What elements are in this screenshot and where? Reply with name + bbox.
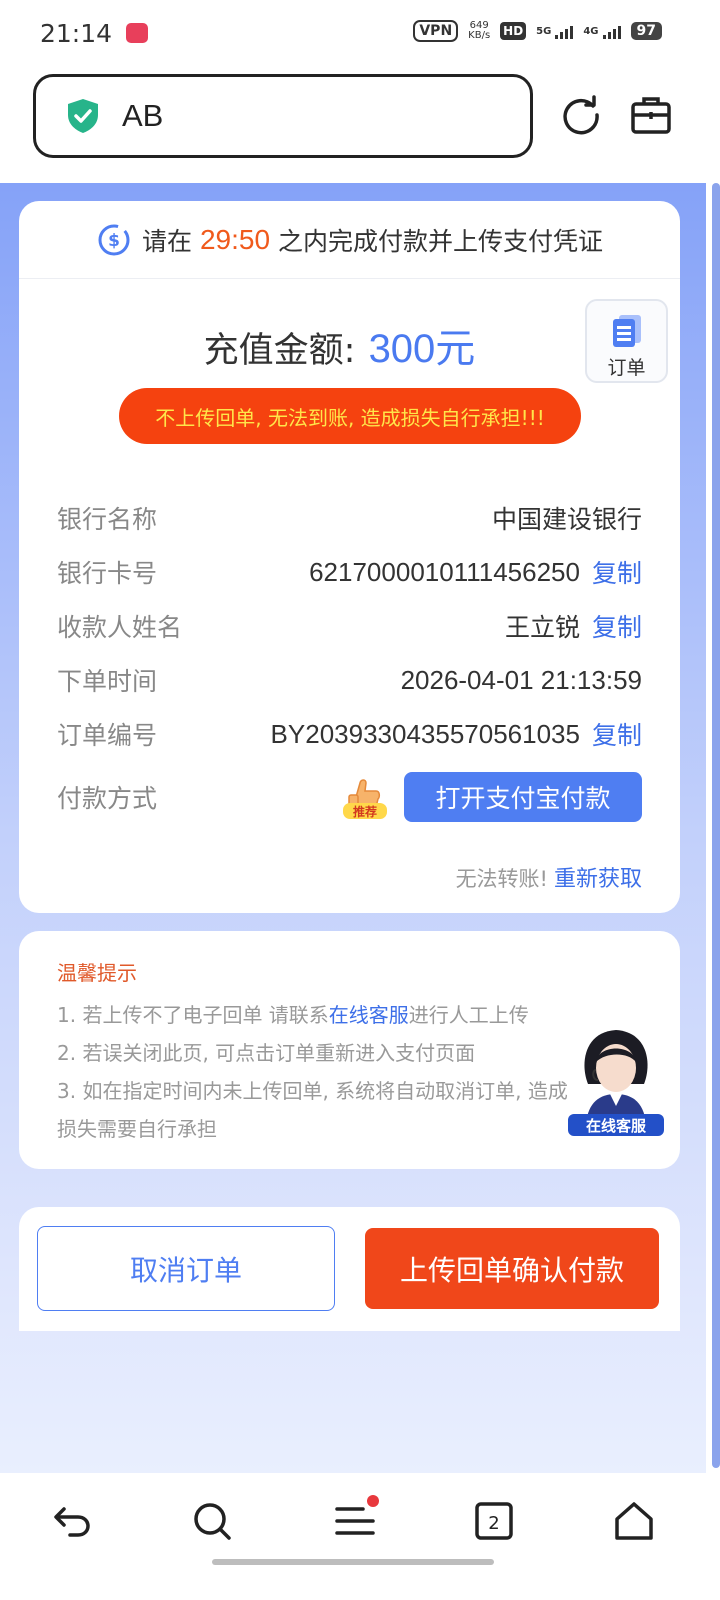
upload-receipt-confirm-button[interactable]: 上传回单确认付款 [365, 1228, 659, 1309]
order-time-label: 下单时间 [57, 667, 158, 696]
tip-1: 1. 若上传不了电子回单 请联系在线客服进行人工上传 [57, 996, 617, 1034]
amount-label: 充值金额: [203, 331, 356, 371]
back-icon[interactable] [50, 1499, 94, 1543]
card-number-label: 银行卡号 [57, 559, 158, 588]
network-4g-label: 4G [583, 25, 599, 37]
info-row-pay-method: 付款方式 推荐 打开支付宝付款 [57, 761, 642, 833]
tip-1-text: 1. 若上传不了电子回单 请联系 [57, 1003, 329, 1027]
battery-icon: 97 [630, 22, 662, 40]
document-icon [612, 315, 641, 347]
status-time: 21:14 [40, 18, 113, 48]
online-service-link[interactable]: 在线客服 [329, 1003, 409, 1027]
signal-5g-icon [555, 23, 574, 39]
svg-text:$: $ [108, 231, 120, 251]
signal-4g-icon [602, 23, 621, 39]
amount-value: 300元 [368, 327, 476, 371]
order-time-value: 2026-04-01 21:13:59 [400, 664, 642, 695]
status-bar: 21:14 VPN 649 KB/s HD 5G 4G 97 [0, 0, 720, 66]
recommend-badge-text: 推荐 [353, 804, 377, 819]
bank-name-label: 银行名称 [57, 505, 158, 534]
refresh-icon[interactable] [560, 94, 602, 136]
tips-title: 温馨提示 [57, 961, 137, 985]
tip-3: 3. 如在指定时间内未上传回单, 系统将自动取消订单, 造成 [57, 1079, 568, 1103]
online-service-badge: 在线客服 [586, 1117, 647, 1135]
network-speed-unit: KB/s [468, 30, 491, 41]
scrollbar[interactable] [712, 183, 720, 1468]
status-icons: VPN 649 KB/s HD 5G 4G 97 [413, 20, 662, 42]
action-bar: 取消订单 上传回单确认付款 [19, 1207, 680, 1331]
shield-check-icon [68, 99, 98, 133]
customer-service-agent-icon[interactable]: 在线客服 [566, 1024, 666, 1140]
info-row-card-number: 银行卡号 6217000010111456250 复制 [57, 545, 642, 599]
countdown-time: 29:50 [199, 223, 271, 255]
info-row-bank-name: 银行名称 中国建设银行 [57, 491, 642, 545]
network-5g-label: 5G [536, 25, 552, 37]
copy-payee-button[interactable]: 复制 [592, 608, 642, 644]
network-speed: 649 KB/s [468, 21, 490, 41]
menu-button[interactable] [333, 1495, 379, 1543]
warning-banner: 不上传回单, 无法到账, 造成损失自行承担!!! [119, 388, 581, 444]
copy-order-number-button[interactable]: 复制 [592, 716, 642, 752]
tabs-count: 2 [488, 1513, 499, 1534]
card-number-value: 6217000010111456250 [309, 556, 580, 587]
countdown-suffix: 之内完成付款并上传支付凭证 [278, 226, 604, 256]
open-alipay-button[interactable]: 打开支付宝付款 [404, 772, 642, 822]
hd-icon: HD [500, 22, 527, 40]
tabs-button[interactable]: 2 [472, 1499, 516, 1543]
browser-toolbar: AB [0, 74, 720, 162]
bank-name-value: 中国建设银行 [491, 505, 642, 534]
tabs-icon: 2 [475, 1502, 513, 1540]
home-indicator[interactable] [212, 1559, 494, 1565]
bank-info-list: 银行名称 中国建设银行 银行卡号 6217000010111456250 复制 收… [57, 491, 642, 833]
order-number-value: BY2039330435570561035 [270, 718, 580, 749]
payment-card: $ 请在 29:50 之内完成付款并上传支付凭证 充值金额: 300元 订单 不… [19, 201, 680, 913]
vpn-icon: VPN [413, 20, 459, 42]
info-row-payee: 收款人姓名 王立锐 复制 [57, 599, 642, 653]
notification-app-icon [126, 23, 149, 43]
info-row-order-time: 下单时间 2026-04-01 21:13:59 [57, 653, 642, 707]
tip-2: 2. 若误关闭此页, 可点击订单重新进入支付页面 [57, 1041, 476, 1065]
tip-4: 损失需要自行承担 [57, 1117, 217, 1141]
payee-label: 收款人姓名 [57, 613, 183, 642]
address-bar[interactable]: AB [33, 74, 533, 158]
cancel-order-button[interactable]: 取消订单 [37, 1226, 335, 1311]
refetch-link[interactable]: 重新获取 [554, 867, 642, 892]
recharge-amount: 充值金额: 300元 [19, 316, 680, 374]
search-icon[interactable] [190, 1499, 234, 1543]
copy-card-number-button[interactable]: 复制 [592, 554, 642, 590]
tip-1-suffix: 进行人工上传 [408, 1003, 529, 1027]
countdown-banner: $ 请在 29:50 之内完成付款并上传支付凭证 [19, 201, 680, 279]
countdown-prefix: 请在 [141, 226, 192, 256]
money-clock-icon: $ [98, 224, 130, 255]
pay-method-label: 付款方式 [57, 784, 158, 813]
order-number-label: 订单编号 [57, 721, 158, 750]
payee-value: 王立锐 [504, 613, 580, 642]
menu-notification-dot [367, 1495, 379, 1507]
thumbs-up-recommend-icon: 推荐 [343, 779, 387, 819]
refetch-hint: 无法转账! [455, 867, 548, 891]
home-icon[interactable] [612, 1499, 656, 1543]
order-button-label: 订单 [607, 357, 646, 379]
browser-bottom-nav: 2 [0, 1473, 720, 1600]
refetch-row: 无法转账! 重新获取 [456, 861, 642, 893]
url-text: AB [122, 98, 164, 133]
toolbox-icon[interactable] [630, 94, 672, 136]
info-row-order-number: 订单编号 BY2039330435570561035 复制 [57, 707, 642, 761]
order-button[interactable]: 订单 [585, 299, 668, 383]
